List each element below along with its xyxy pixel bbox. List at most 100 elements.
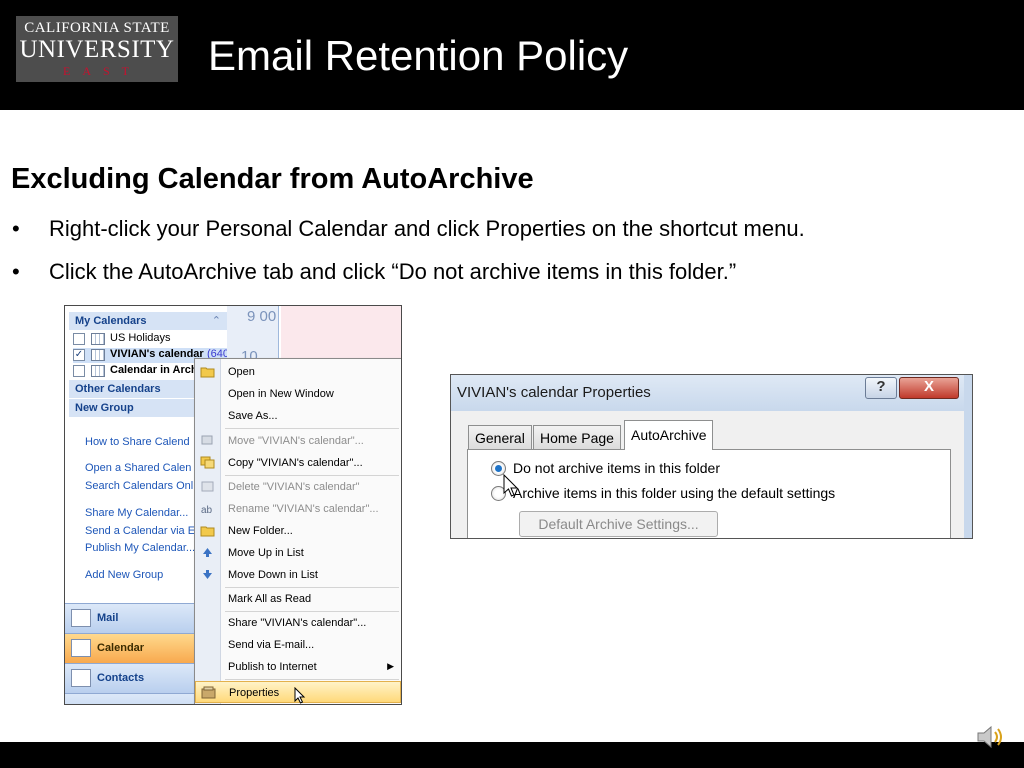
menu-item-label: Move Up in List — [228, 547, 304, 559]
mouse-cursor-icon — [294, 687, 306, 704]
menu-item-label: Send via E-mail... — [228, 639, 315, 651]
properties-dialog: VIVIAN's calendar Properties ? X General… — [450, 374, 973, 539]
footer-bar — [0, 742, 1024, 768]
menu-item-label: Copy "VIVIAN's calendar"... — [228, 457, 363, 469]
arrow-down-icon — [203, 570, 212, 579]
new-folder-icon — [200, 526, 215, 537]
calendar-label: VIVIAN's calendar — [110, 348, 204, 360]
menu-item-label: Open in New Window — [228, 388, 334, 400]
default-archive-settings-button[interactable]: Default Archive Settings... — [519, 511, 718, 537]
time-ruler: 9 00 10 00 — [227, 306, 279, 382]
do-not-archive-label[interactable]: Do not archive items in this folder — [513, 460, 720, 476]
logo-line-3: EAST BAY — [63, 64, 141, 82]
menu-item-label: Rename "VIVIAN's calendar"... — [228, 503, 379, 515]
tab-home-page[interactable]: Home Page — [533, 425, 621, 449]
menu-item-delete[interactable]: Delete "VIVIAN's calendar" — [195, 476, 401, 498]
header-bar: CALIFORNIA STATE UNIVERSITY EAST BAY Ema… — [0, 0, 1024, 110]
mail-icon — [71, 609, 91, 627]
calendar-checkbox[interactable] — [73, 365, 85, 377]
speaker-icon[interactable] — [975, 722, 1005, 752]
calendar-icon — [91, 349, 105, 361]
menu-item-send-via-email[interactable]: Send via E-mail... — [195, 634, 401, 656]
my-calendars-label: My Calendars — [75, 315, 147, 327]
svg-text:ab: ab — [201, 505, 213, 515]
publish-calendar-link[interactable]: Publish My Calendar... — [85, 542, 195, 554]
menu-item-move-up[interactable]: Move Up in List — [195, 542, 401, 564]
hour-label: 9 00 — [247, 308, 277, 325]
rename-icon: ab — [201, 505, 213, 515]
contacts-icon — [71, 669, 91, 687]
menu-item-rename[interactable]: ab Rename "VIVIAN's calendar"... — [195, 498, 401, 520]
dialog-title-bar[interactable]: VIVIAN's calendar Properties ? X — [451, 375, 972, 411]
menu-item-mark-all-read[interactable]: Mark All as Read — [195, 588, 401, 610]
calendar-nav-icon — [71, 639, 91, 657]
close-button[interactable]: X — [899, 377, 959, 399]
section-subtitle: Excluding Calendar from AutoArchive — [11, 163, 534, 195]
tab-general[interactable]: General — [468, 425, 532, 449]
menu-item-open[interactable]: Open — [195, 361, 401, 383]
day-slot[interactable] — [281, 306, 401, 366]
menu-item-label: Mark All as Read — [228, 593, 312, 605]
menu-item-share[interactable]: Share "VIVIAN's calendar"... — [195, 612, 401, 634]
page-title: Email Retention Policy — [208, 32, 629, 79]
menu-item-move-down[interactable]: Move Down in List — [195, 564, 401, 586]
menu-item-properties[interactable]: Properties — [195, 681, 401, 704]
university-logo: CALIFORNIA STATE UNIVERSITY EAST BAY — [16, 16, 178, 82]
bullet-text: Right-click your Personal Calendar and c… — [49, 216, 805, 241]
menu-item-label: Move Down in List — [228, 569, 318, 581]
menu-item-new-folder[interactable]: New Folder... — [195, 520, 401, 542]
outlook-screenshot: My Calendars ⌃ US Holidays ✓ VIVIAN's ca… — [64, 305, 402, 705]
properties-icon — [201, 686, 216, 699]
menu-item-label: New Folder... — [228, 525, 293, 537]
send-calendar-link[interactable]: Send a Calendar via E — [85, 525, 195, 537]
menu-item-open-new-window[interactable]: Open in New Window — [195, 383, 401, 405]
open-folder-icon — [200, 367, 215, 378]
dialog-frame-edge — [964, 375, 972, 538]
calendar-icon — [91, 365, 105, 377]
collapse-chevron-icon[interactable]: ⌃ — [212, 314, 221, 327]
move-icon — [201, 435, 213, 445]
add-new-group-link[interactable]: Add New Group — [85, 569, 163, 581]
logo-line-2: UNIVERSITY — [19, 36, 175, 63]
bullet-dot-icon: • — [12, 259, 20, 284]
nav-button-label: Contacts — [97, 672, 145, 684]
copy-icon — [200, 456, 215, 469]
share-my-calendar-link[interactable]: Share My Calendar... — [85, 507, 188, 519]
calendar-checkbox[interactable] — [73, 333, 85, 345]
menu-item-label: Open — [228, 366, 255, 378]
delete-icon — [201, 481, 214, 492]
share-calendar-help-link[interactable]: How to Share Calend — [85, 436, 190, 448]
tab-autoarchive[interactable]: AutoArchive — [624, 420, 714, 450]
menu-item-publish[interactable]: Publish to Internet ▶ — [195, 656, 401, 678]
menu-separator — [225, 428, 399, 429]
arrow-up-icon — [203, 548, 212, 557]
menu-item-label: Save As... — [228, 410, 278, 422]
menu-item-move[interactable]: Move "VIVIAN's calendar"... — [195, 430, 401, 452]
nav-button-label: Calendar — [97, 642, 145, 654]
calendar-checkbox[interactable]: ✓ — [73, 349, 85, 361]
bullet-text: Click the AutoArchive tab and click “Do … — [49, 259, 737, 284]
calendar-label: US Holidays — [110, 332, 171, 344]
nav-button-label: Mail — [97, 612, 119, 624]
search-calendars-link[interactable]: Search Calendars Onl — [85, 480, 193, 492]
menu-item-label: Share "VIVIAN's calendar"... — [228, 617, 367, 629]
menu-item-label: Publish to Internet — [228, 661, 317, 673]
calendar-icon — [91, 333, 105, 345]
dialog-title: VIVIAN's calendar Properties — [457, 384, 651, 401]
help-button[interactable]: ? — [865, 377, 897, 399]
menu-item-label: Properties — [229, 687, 280, 699]
calendar-label: Calendar in Arch — [110, 364, 198, 376]
mouse-cursor-icon — [503, 474, 519, 497]
archive-default-label[interactable]: Archive items in this folder using the d… — [513, 485, 835, 501]
menu-item-label: Delete "VIVIAN's calendar" — [228, 481, 360, 493]
menu-item-label: Move "VIVIAN's calendar"... — [228, 435, 364, 447]
menu-item-save-as[interactable]: Save As... — [195, 405, 401, 427]
menu-item-copy[interactable]: Copy "VIVIAN's calendar"... — [195, 452, 401, 474]
my-calendars-header[interactable]: My Calendars ⌃ — [69, 312, 227, 330]
bullet-dot-icon: • — [12, 216, 20, 241]
open-shared-calendar-link[interactable]: Open a Shared Calen — [85, 462, 191, 474]
submenu-arrow-icon: ▶ — [387, 661, 394, 671]
context-menu: Open Open in New Window Save As... Move … — [194, 358, 401, 704]
logo-line-1: CALIFORNIA STATE — [24, 20, 170, 36]
menu-separator — [225, 679, 399, 680]
